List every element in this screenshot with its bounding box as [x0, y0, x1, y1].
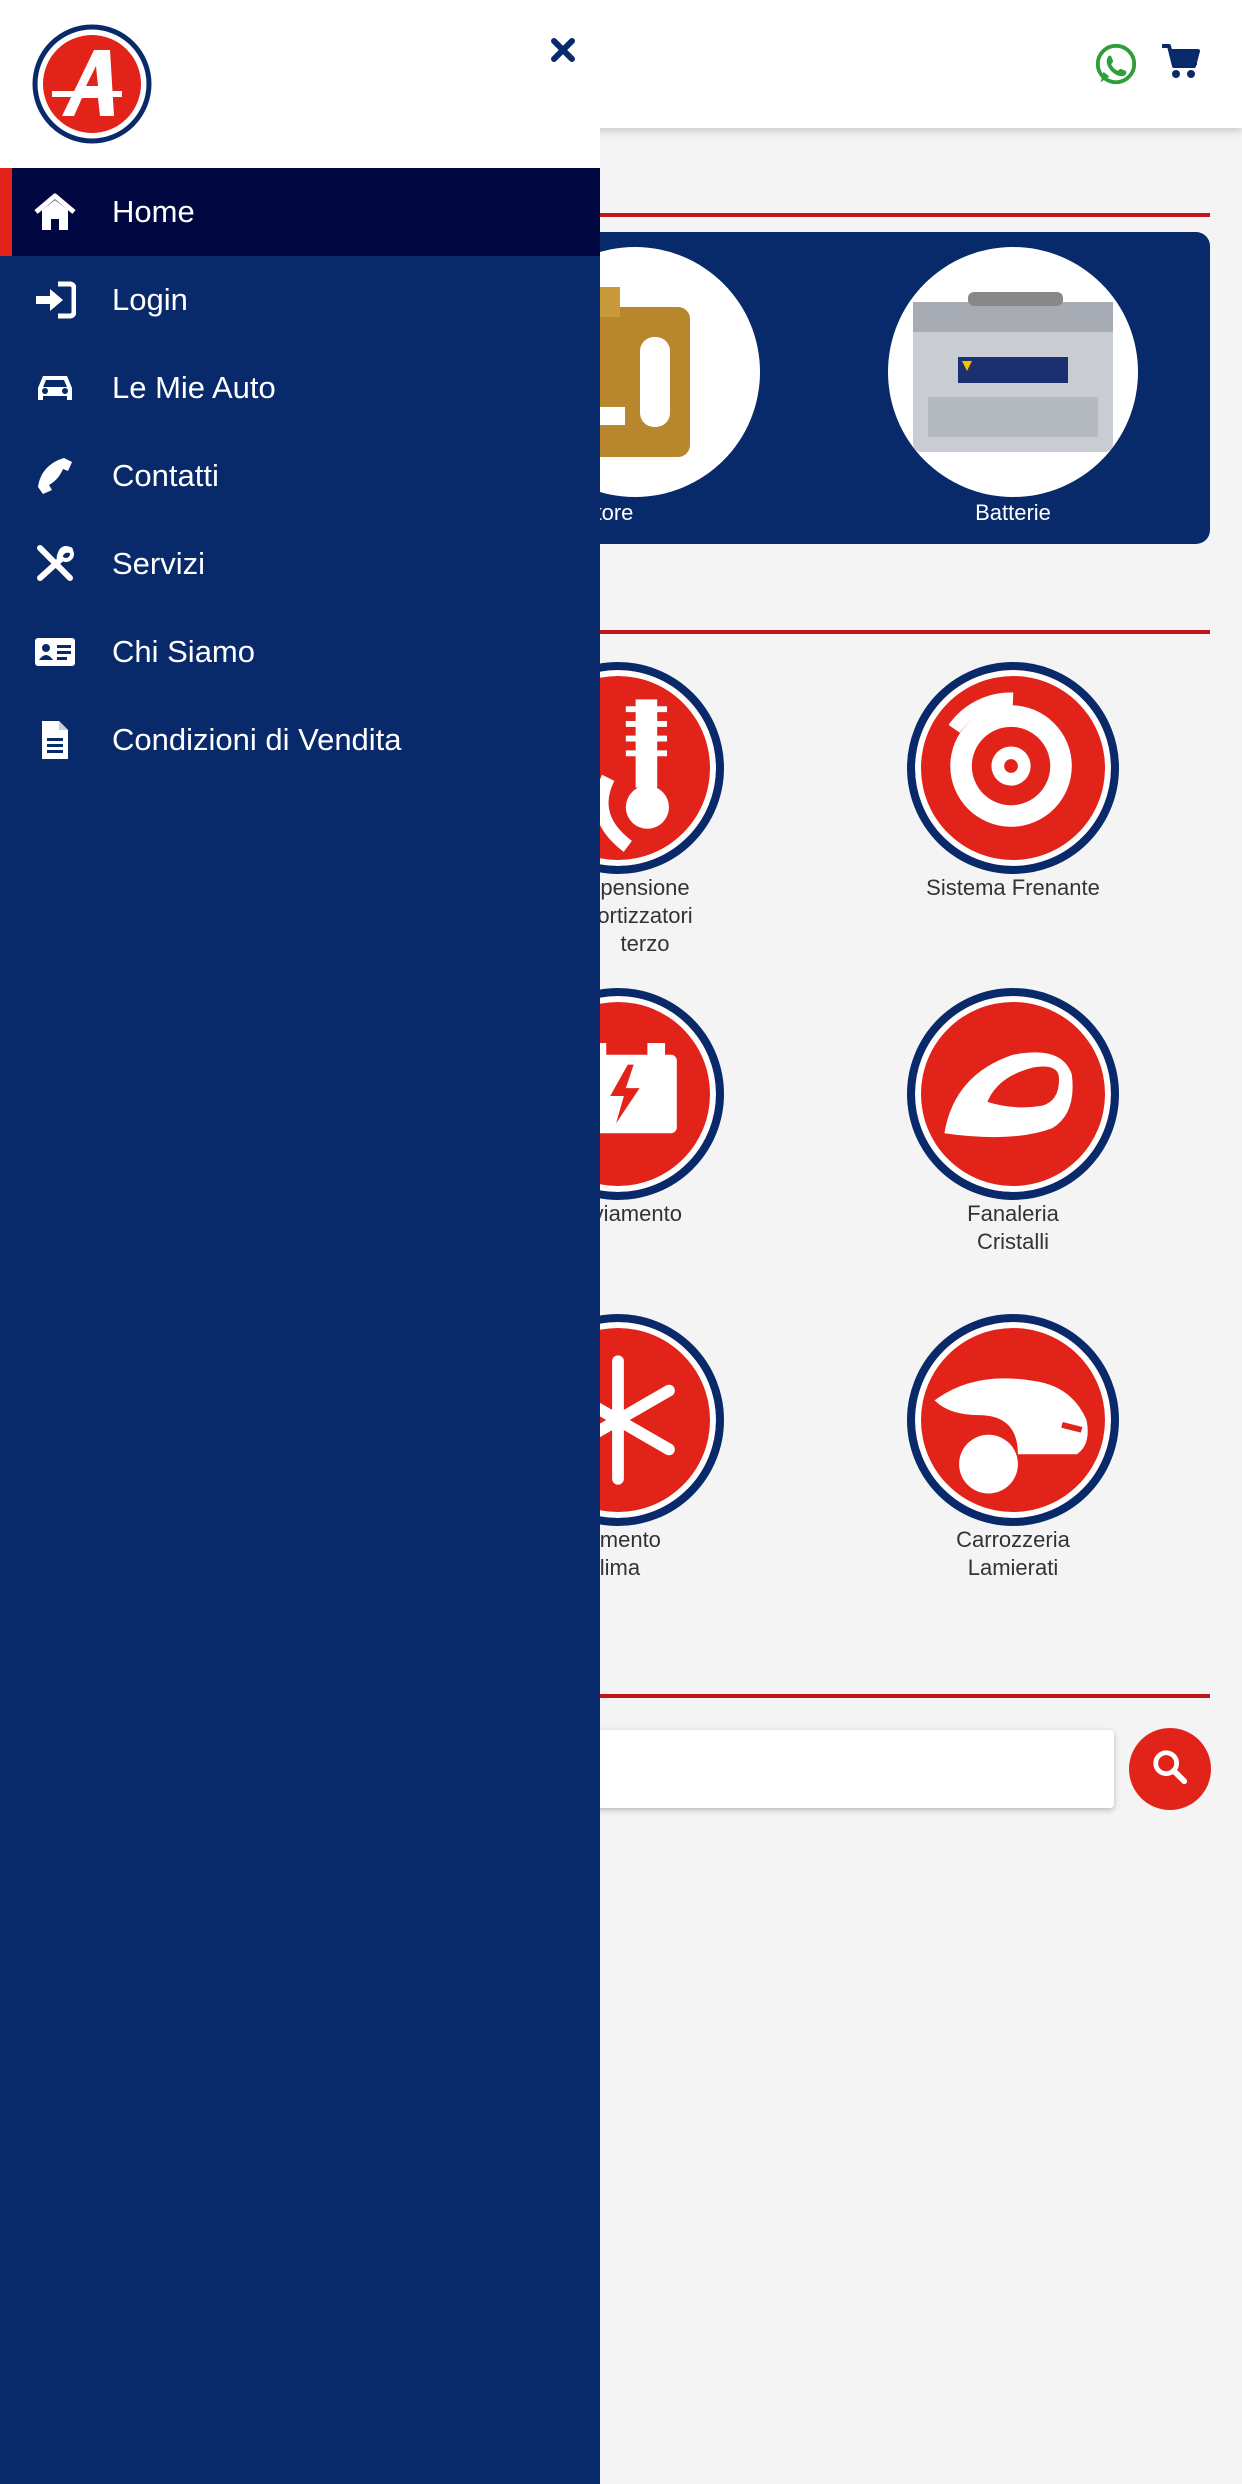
featured-item-label: Batterie [975, 500, 1051, 525]
featured-products-banner: o motore Batterie [510, 232, 1210, 544]
menu-item-home[interactable]: Home [0, 168, 600, 256]
car-body-icon[interactable] [907, 1314, 1119, 1526]
section-divider [560, 213, 1210, 217]
login-icon [34, 280, 76, 320]
battery-product-image[interactable] [888, 247, 1138, 497]
brand-logo[interactable] [32, 24, 152, 144]
cart-icon[interactable] [1160, 42, 1200, 82]
menu-item-label: Le Mie Auto [112, 370, 276, 405]
menu-item-contatti[interactable]: Contatti [0, 432, 600, 520]
menu-item-label: Home [112, 194, 195, 229]
side-drawer: Home Login Le Mie Auto Contatti Servizi … [0, 0, 600, 2484]
category-label: Sistema Frenante [926, 875, 1100, 900]
search-button[interactable] [1129, 1728, 1211, 1810]
search-icon [1151, 1748, 1189, 1791]
car-icon [34, 368, 76, 408]
section-divider [560, 630, 1210, 634]
id-card-icon [34, 632, 76, 672]
search-input[interactable] [560, 1730, 1114, 1808]
drawer-menu: Home Login Le Mie Auto Contatti Servizi … [0, 168, 600, 784]
menu-item-servizi[interactable]: Servizi [0, 520, 600, 608]
menu-item-label: Servizi [112, 546, 206, 581]
category-label: Fanaleria Cristalli [967, 1201, 1059, 1254]
menu-item-le-mie-auto[interactable]: Le Mie Auto [0, 344, 600, 432]
section-divider [560, 1694, 1210, 1698]
menu-item-chi-siamo[interactable]: Chi Siamo [0, 608, 600, 696]
whatsapp-icon[interactable] [1093, 42, 1139, 88]
brake-disc-icon[interactable] [907, 662, 1119, 874]
menu-item-label: Contatti [112, 458, 219, 493]
close-icon[interactable] [545, 32, 581, 68]
document-icon [34, 720, 76, 760]
menu-item-condizioni-di-vendita[interactable]: Condizioni di Vendita [0, 696, 600, 784]
home-icon [34, 192, 76, 232]
menu-item-login[interactable]: Login [0, 256, 600, 344]
menu-item-label: Chi Siamo [112, 634, 255, 669]
mirror-icon[interactable] [907, 988, 1119, 1200]
phone-icon [34, 456, 76, 496]
category-label: Carrozzeria Lamierati [956, 1527, 1070, 1580]
tools-icon [34, 544, 76, 584]
menu-item-label: Condizioni di Vendita [112, 722, 402, 757]
drawer-header [0, 0, 600, 168]
menu-item-label: Login [112, 282, 188, 317]
